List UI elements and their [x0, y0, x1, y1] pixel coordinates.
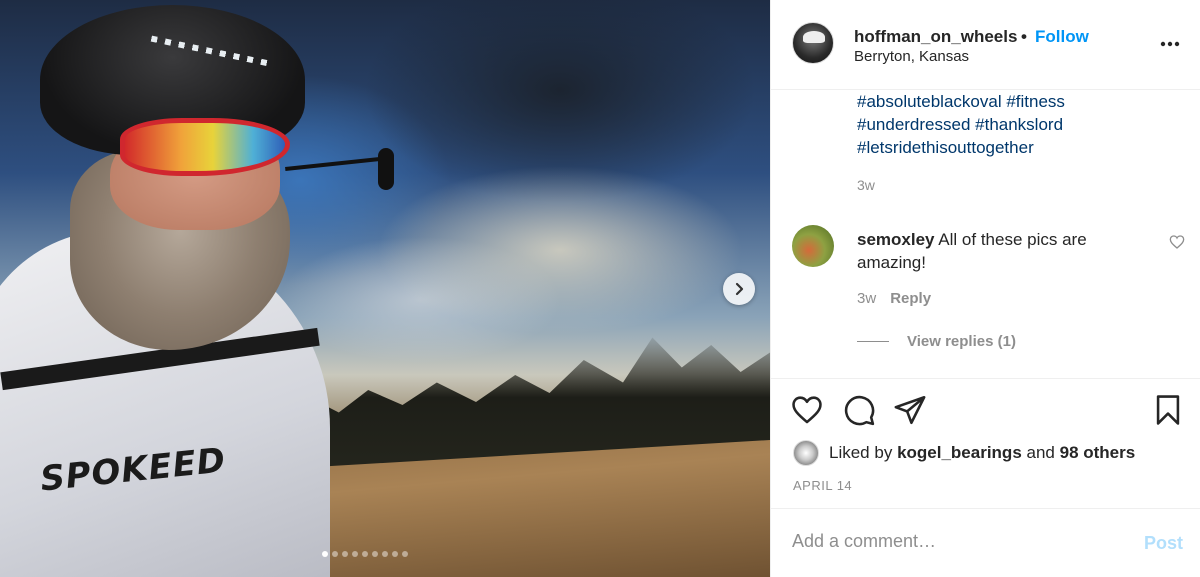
carousel-next-button[interactable]: [723, 273, 755, 305]
save-button[interactable]: [1151, 393, 1185, 427]
view-replies-label: View replies (1): [907, 333, 1016, 350]
likes-text: Liked by kogel_bearings and 98 others: [829, 443, 1135, 463]
post-comment-button[interactable]: Post: [1144, 533, 1183, 554]
share-button[interactable]: [893, 393, 927, 427]
heart-icon: [1169, 235, 1185, 249]
carousel-dot: [332, 551, 338, 557]
commenter-username[interactable]: semoxley: [857, 230, 935, 249]
paper-plane-icon: [894, 395, 926, 425]
post-side-panel: hoffman_on_wheels • Follow Berryton, Kan…: [770, 0, 1200, 577]
caption-hashtags: #absoluteblackoval #fitness #underdresse…: [857, 90, 1177, 159]
like-button[interactable]: [790, 393, 824, 427]
follow-button[interactable]: Follow: [1035, 27, 1089, 47]
bookmark-icon: [1156, 395, 1180, 425]
comment-timestamp: 3w: [857, 290, 877, 307]
photo-mirror: [378, 148, 394, 190]
replies-divider: [857, 341, 889, 342]
carousel-dot: [342, 551, 348, 557]
carousel-dot: [392, 551, 398, 557]
heart-icon: [792, 396, 822, 424]
header-separator: •: [1021, 27, 1027, 46]
comment-button[interactable]: [842, 393, 876, 427]
carousel-dot: [402, 551, 408, 557]
liker-avatar[interactable]: [793, 440, 819, 466]
post-actions-bar: [771, 378, 1200, 438]
comment-like-button[interactable]: [1169, 234, 1189, 254]
add-comment-section: Post: [771, 508, 1200, 577]
carousel-dot: [362, 551, 368, 557]
post-date: APRIL 14: [793, 478, 853, 493]
carousel-dot: [322, 551, 328, 557]
likes-summary: Liked by kogel_bearings and 98 others: [793, 440, 1135, 466]
add-comment-input[interactable]: [792, 531, 1122, 552]
caption-timestamp: 3w: [857, 177, 875, 193]
commenter-avatar[interactable]: [792, 225, 834, 267]
more-options-button[interactable]: [1159, 32, 1181, 56]
likes-conjunction: and: [1026, 443, 1055, 462]
more-horizontal-icon: [1160, 41, 1180, 47]
chevron-right-icon: [735, 282, 744, 296]
comment-icon: [844, 395, 875, 426]
author-avatar[interactable]: [792, 22, 834, 64]
comment-meta: 3w Reply: [857, 290, 931, 307]
view-replies-button[interactable]: View replies (1): [857, 333, 1016, 350]
hashtag-line[interactable]: #underdressed #thankslord: [857, 113, 1177, 136]
carousel-dot: [352, 551, 358, 557]
photo-mirror-arm: [285, 157, 380, 171]
carousel-dot: [382, 551, 388, 557]
post-photo[interactable]: SPOKEED: [0, 0, 770, 577]
hashtag-line[interactable]: #absoluteblackoval #fitness: [857, 90, 1177, 113]
reply-button[interactable]: Reply: [890, 290, 931, 307]
carousel-indicator: [322, 551, 408, 557]
likes-prefix: Liked by: [829, 443, 893, 462]
hashtag-line[interactable]: #letsridethisouttogether: [857, 136, 1177, 159]
author-username[interactable]: hoffman_on_wheels: [854, 27, 1017, 47]
liker-username[interactable]: kogel_bearings: [897, 443, 1022, 462]
comment-body: semoxley All of these pics are amazing!: [857, 228, 1157, 274]
post-header: hoffman_on_wheels • Follow Berryton, Kan…: [771, 0, 1200, 90]
carousel-dot: [372, 551, 378, 557]
post-location[interactable]: Berryton, Kansas: [854, 48, 969, 65]
likes-others-count[interactable]: 98 others: [1060, 443, 1136, 462]
